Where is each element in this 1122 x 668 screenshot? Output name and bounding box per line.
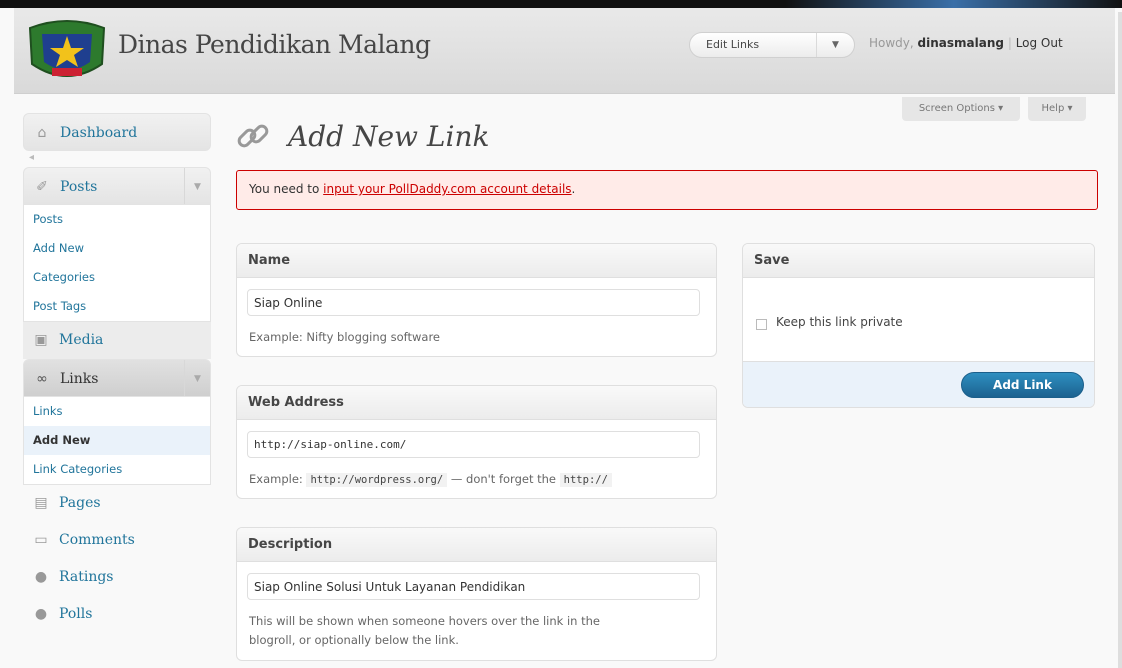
hint-middle-text: — don't forget the bbox=[450, 472, 556, 486]
sidebar-item-posts[interactable]: ✐ Posts ▼ bbox=[23, 167, 211, 205]
save-postbox: Save Keep this link private Add Link bbox=[742, 243, 1095, 408]
sidebar-item-polls[interactable]: ● Polls bbox=[23, 596, 211, 633]
posts-submenu: Posts Add New Categories Post Tags bbox=[23, 205, 211, 322]
submenu-item-post-tags[interactable]: Post Tags bbox=[24, 292, 210, 321]
chain-link-icon bbox=[232, 115, 276, 168]
circle-icon: ● bbox=[34, 606, 48, 622]
sidebar-item-dashboard[interactable]: ⌂ Dashboard bbox=[23, 113, 211, 151]
sidebar-item-comments[interactable]: ▭ Comments bbox=[23, 522, 211, 559]
hint-example-url: http://wordpress.org/ bbox=[306, 473, 448, 487]
page-title: Add New Link bbox=[288, 120, 490, 153]
chain-link-icon: ∞ bbox=[36, 371, 48, 387]
sidebar-item-pages[interactable]: ▤ Pages bbox=[23, 485, 211, 522]
pushpin-icon: ✐ bbox=[36, 179, 48, 195]
name-postbox: Name Siap Online Example: Nifty blogging… bbox=[236, 243, 717, 357]
menu-separator bbox=[23, 151, 211, 167]
sidebar-item-label: Pages bbox=[59, 495, 101, 511]
admin-header: Dinas Pendidikan Malang Edit Links ▼ How… bbox=[14, 8, 1115, 94]
sidebar-item-links[interactable]: ∞ Links ▼ bbox=[23, 359, 211, 397]
web-address-heading[interactable]: Web Address bbox=[237, 386, 716, 420]
sidebar-item-label: Posts bbox=[60, 179, 98, 195]
circle-icon: ● bbox=[34, 569, 48, 585]
chevron-down-icon[interactable]: ▼ bbox=[184, 360, 210, 396]
link-description-input[interactable]: Siap Online Solusi Untuk Layanan Pendidi… bbox=[247, 573, 700, 600]
user-greeting: Howdy, dinasmalang | Log Out bbox=[869, 36, 1063, 50]
notice-suffix: . bbox=[571, 182, 576, 196]
submenu-item-categories[interactable]: Categories bbox=[24, 263, 210, 292]
link-url-input[interactable]: http://siap-online.com/ bbox=[247, 431, 700, 458]
hint-protocol: http:// bbox=[559, 473, 612, 487]
top-accent-bar bbox=[0, 0, 1122, 8]
sidebar-item-label: Polls bbox=[59, 606, 93, 622]
site-title[interactable]: Dinas Pendidikan Malang bbox=[118, 30, 431, 59]
greeting-separator: | bbox=[1007, 36, 1012, 50]
howdy-text: Howdy, bbox=[869, 36, 914, 50]
submenu-item-add-new-post[interactable]: Add New bbox=[24, 234, 210, 263]
link-name-input[interactable]: Siap Online bbox=[247, 289, 700, 316]
web-address-postbox: Web Address http://siap-online.com/ Exam… bbox=[236, 385, 717, 499]
scrollbar-track[interactable] bbox=[1118, 12, 1122, 668]
site-logo bbox=[28, 20, 106, 77]
submenu-item-link-categories[interactable]: Link Categories bbox=[24, 455, 210, 484]
sidebar-item-label: Media bbox=[59, 332, 104, 348]
username-link[interactable]: dinasmalang bbox=[918, 36, 1004, 50]
hint-example-label: Example: bbox=[249, 472, 303, 486]
screen-options-tab[interactable]: Screen Options ▾ bbox=[902, 97, 1020, 121]
sidebar-item-ratings[interactable]: ● Ratings bbox=[23, 559, 211, 596]
help-tab[interactable]: Help ▾ bbox=[1028, 97, 1086, 121]
sidebar-item-label: Links bbox=[60, 371, 99, 387]
chevron-down-icon[interactable]: ▼ bbox=[816, 33, 854, 57]
description-postbox: Description Siap Online Solusi Untuk Lay… bbox=[236, 527, 717, 661]
media-icon: ▣ bbox=[34, 332, 48, 348]
admin-sidebar: ⌂ Dashboard ✐ Posts ▼ Posts Add New Cate… bbox=[23, 113, 211, 633]
save-actions: Add Link bbox=[743, 361, 1094, 407]
chevron-down-icon[interactable]: ▼ bbox=[184, 168, 210, 204]
favorite-actions-label: Edit Links bbox=[706, 38, 760, 51]
links-submenu: Links Add New Link Categories bbox=[23, 397, 211, 485]
submenu-item-posts[interactable]: Posts bbox=[24, 205, 210, 234]
comment-bubble-icon: ▭ bbox=[34, 532, 48, 548]
name-hint: Example: Nifty blogging software bbox=[249, 330, 440, 344]
name-heading[interactable]: Name bbox=[237, 244, 716, 278]
notice-prefix: You need to bbox=[249, 182, 324, 196]
private-link-checkbox[interactable] bbox=[756, 319, 767, 330]
error-notice: You need to input your PollDaddy.com acc… bbox=[236, 170, 1098, 210]
web-address-hint: Example: http://wordpress.org/ — don't f… bbox=[249, 472, 612, 487]
pages-icon: ▤ bbox=[34, 495, 48, 511]
description-hint-line-1: This will be shown when someone hovers o… bbox=[249, 614, 600, 628]
description-hint-line-2: blogroll, or optionally below the link. bbox=[249, 633, 459, 647]
description-heading[interactable]: Description bbox=[237, 528, 716, 562]
page-link-graphic bbox=[237, 124, 269, 148]
sidebar-item-media[interactable]: ▣ Media bbox=[23, 322, 211, 359]
submenu-item-add-new-link[interactable]: Add New bbox=[24, 426, 210, 455]
favorite-actions-dropdown[interactable]: Edit Links ▼ bbox=[689, 32, 855, 58]
home-icon: ⌂ bbox=[37, 125, 47, 141]
sidebar-item-label: Dashboard bbox=[60, 125, 138, 141]
sidebar-item-label: Ratings bbox=[59, 569, 114, 585]
sidebar-item-label: Comments bbox=[59, 532, 135, 548]
logout-link[interactable]: Log Out bbox=[1016, 36, 1063, 50]
save-heading[interactable]: Save bbox=[743, 244, 1094, 278]
polldaddy-account-link[interactable]: input your PollDaddy.com account details bbox=[323, 182, 571, 196]
add-link-button[interactable]: Add Link bbox=[961, 372, 1084, 398]
private-link-label[interactable]: Keep this link private bbox=[776, 315, 903, 329]
submenu-item-links[interactable]: Links bbox=[24, 397, 210, 426]
